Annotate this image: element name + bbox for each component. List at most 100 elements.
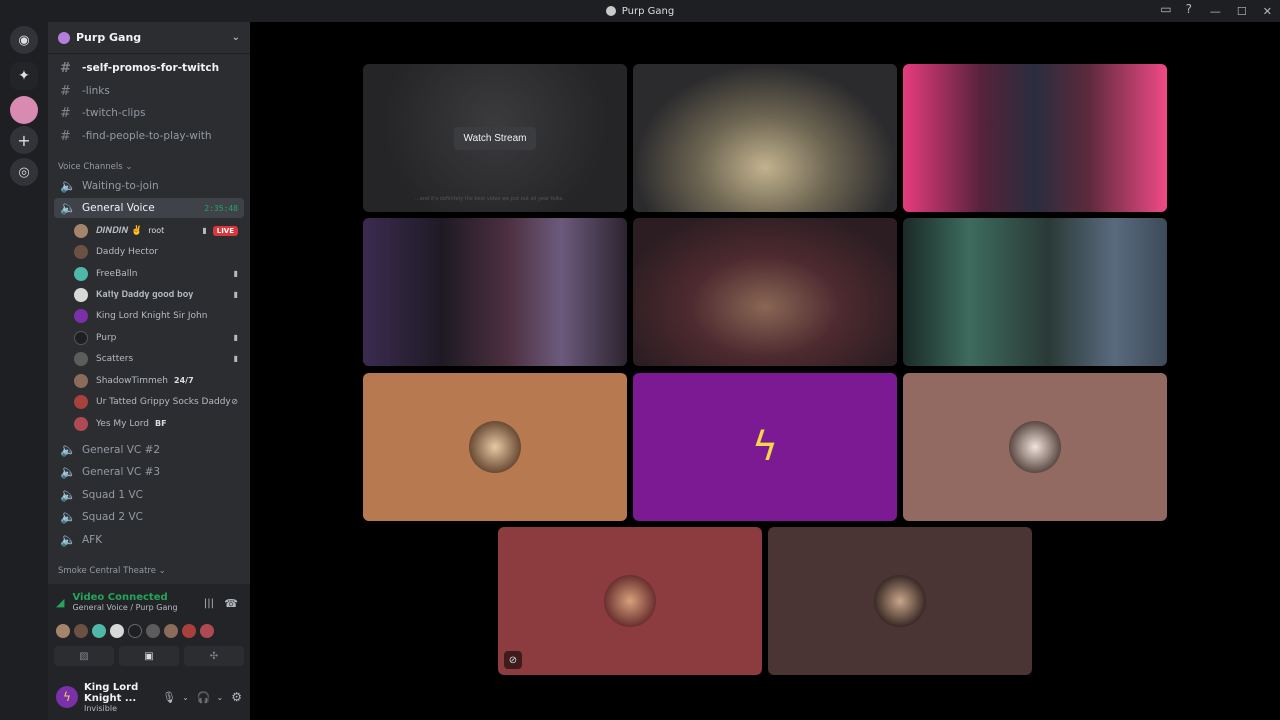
member-tag: root xyxy=(148,226,165,235)
muted-icon: ⊘ xyxy=(504,651,522,669)
video-stage: Watch Stream ...and it's definitely the … xyxy=(250,22,1280,720)
avatar xyxy=(1009,421,1061,473)
avatar[interactable] xyxy=(146,624,160,638)
video-tile-webcam[interactable] xyxy=(633,218,897,366)
purp-gang-server-icon[interactable]: ✦ xyxy=(10,62,38,90)
user-status: Invisible xyxy=(84,703,117,713)
webcam-feed xyxy=(633,64,897,212)
voice-channel-afk[interactable]: 🔈 AFK xyxy=(54,530,244,550)
disconnect-icon[interactable]: ☎ xyxy=(224,597,238,610)
title-bar: Purp Gang ▭ ? — ☐ ✕ xyxy=(0,0,1280,22)
voice-channel-squad-1[interactable]: 🔈 Squad 1 VC xyxy=(54,485,244,505)
avatar-tile[interactable] xyxy=(768,527,1032,675)
avatar[interactable] xyxy=(200,624,214,638)
member-yes-my-lord[interactable]: Yes My Lord BF xyxy=(74,414,244,433)
user-panel: ϟ King Lord Knight ... Invisible 🎙 ⌄ 🎧 ⌄… xyxy=(48,674,250,720)
avatar[interactable] xyxy=(56,624,70,638)
maximize-button[interactable]: ☐ xyxy=(1237,5,1247,18)
voice-status[interactable]: Video Connected xyxy=(72,592,177,603)
member-freeballn[interactable]: FreeBalln ▮ xyxy=(74,264,244,283)
member-daddy-hector[interactable]: Daddy Hector xyxy=(74,242,244,261)
webcam-feed xyxy=(903,218,1167,366)
muted-icon: ⊘ xyxy=(231,397,238,406)
avatar[interactable] xyxy=(110,624,124,638)
avatar[interactable] xyxy=(92,624,106,638)
avatar[interactable] xyxy=(182,624,196,638)
member-dindin[interactable]: 𝑫𝑰𝑵𝑫𝑰𝑵 ✌️ root ▮ LIVE xyxy=(74,221,244,240)
voice-channel-general[interactable]: 🔈 General Voice 2:35:48 xyxy=(54,198,244,218)
user-name[interactable]: King Lord Knight ... xyxy=(84,682,162,704)
close-button[interactable]: ✕ xyxy=(1263,5,1272,18)
speaker-icon: 🔈 xyxy=(60,509,77,525)
avatar-tile[interactable] xyxy=(903,373,1167,521)
member-purp[interactable]: Purp ▮ xyxy=(74,328,244,347)
server-icon-avatar[interactable] xyxy=(10,96,38,124)
member-king-lord-knight[interactable]: King Lord Knight Sir John xyxy=(74,306,244,325)
avatar xyxy=(74,330,88,345)
channel-twitch-clips[interactable]: # -twitch-clips xyxy=(54,103,244,123)
settings-gear-icon[interactable]: ⚙ xyxy=(231,690,242,704)
voice-timer: 2:35:48 xyxy=(204,203,238,213)
video-tile-webcam[interactable] xyxy=(903,218,1167,366)
voice-location[interactable]: General Voice / Purp Gang xyxy=(72,603,177,612)
chevron-down-icon[interactable]: ⌄ xyxy=(217,693,224,702)
avatar xyxy=(74,394,88,409)
screen-share-button[interactable]: ▣ xyxy=(119,646,179,666)
avatar[interactable] xyxy=(74,624,88,638)
minimize-button[interactable]: — xyxy=(1210,5,1221,18)
help-icon[interactable]: ? xyxy=(1186,2,1192,16)
voice-channel-general-2[interactable]: 🔈 General VC #2 xyxy=(54,440,244,460)
hash-icon: # xyxy=(60,60,71,76)
server-rail: ◉ ✦ + ◎ xyxy=(0,22,48,720)
member-shadowtimmeh[interactable]: ShadowTimmeh 24/7 xyxy=(74,371,244,390)
voice-connection-panel: ◢ Video Connected General Voice / Purp G… xyxy=(48,584,250,674)
avatar-tile[interactable] xyxy=(363,373,627,521)
webcam-feed xyxy=(903,64,1167,212)
window-title: Purp Gang xyxy=(605,6,674,17)
channel-find-people[interactable]: # -find-people-to-play-with xyxy=(54,126,244,146)
live-badge: LIVE xyxy=(212,225,238,236)
avatar-tile[interactable]: ϟ xyxy=(633,373,897,521)
voice-channel-squad-2[interactable]: 🔈 Squad 2 VC xyxy=(54,507,244,527)
channel-sidebar: Purp Gang ⌄ # -self-promos-for-twitch # … xyxy=(48,22,250,720)
video-tile-webcam[interactable] xyxy=(903,64,1167,212)
chevron-down-icon[interactable]: ⌄ xyxy=(182,693,189,702)
avatar[interactable] xyxy=(128,624,142,638)
noise-suppression-icon[interactable]: ||| xyxy=(204,598,214,609)
speaker-icon: 🔈 xyxy=(60,442,77,458)
video-tile-webcam[interactable] xyxy=(363,218,627,366)
microphone-icon[interactable]: 🎙 xyxy=(162,691,176,704)
chevron-down-icon[interactable]: ⌄ xyxy=(232,32,240,43)
add-server-icon[interactable]: + xyxy=(10,126,38,154)
avatar-tile[interactable]: ⊘ xyxy=(498,527,762,675)
camera-off-button[interactable]: ▨ xyxy=(54,646,114,666)
stream-preview-tile[interactable]: Watch Stream ...and it's definitely the … xyxy=(363,64,627,212)
member-scatters[interactable]: Scatters ▮ xyxy=(74,349,244,368)
hash-icon: # xyxy=(60,105,71,121)
channel-self-promos[interactable]: # -self-promos-for-twitch xyxy=(54,58,244,78)
voice-category[interactable]: Voice Channels ⌄ xyxy=(58,162,132,172)
theatre-category[interactable]: Smoke Central Theatre ⌄ xyxy=(58,566,166,576)
explore-icon[interactable]: ◎ xyxy=(10,158,38,186)
hash-icon: # xyxy=(60,128,71,144)
inbox-icon[interactable]: ▭ xyxy=(1160,2,1171,16)
hash-icon: # xyxy=(60,83,71,99)
lightning-bolt-icon: ϟ xyxy=(751,424,779,470)
headphones-icon[interactable]: 🎧 xyxy=(197,691,211,704)
channel-links[interactable]: # -links xyxy=(54,81,244,101)
user-avatar[interactable]: ϟ xyxy=(56,686,78,708)
home-icon[interactable]: ◉ xyxy=(10,26,38,54)
activities-button[interactable]: ✣ xyxy=(184,646,244,666)
avatar[interactable] xyxy=(164,624,178,638)
speaker-icon: 🔈 xyxy=(60,532,77,548)
voice-channel-waiting[interactable]: 🔈 Waiting-to-join xyxy=(54,176,244,196)
member-tag: BF xyxy=(154,419,167,428)
member-ur-tatted[interactable]: Ur Tatted Grippy Socks Daddy ⊘ xyxy=(74,392,244,411)
voice-channel-general-3[interactable]: 🔈 General VC #3 xyxy=(54,462,244,482)
server-header[interactable]: Purp Gang ⌄ xyxy=(48,22,250,54)
video-tile-webcam[interactable] xyxy=(633,64,897,212)
speaker-icon: 🔈 xyxy=(60,487,77,503)
watch-stream-button[interactable]: Watch Stream xyxy=(453,126,537,150)
member-katty-daddy[interactable]: 𝐊𝐚𝐭𝐭𝐲 𝐃𝐚𝐝𝐝𝐲 𝐠𝐨𝐨𝐝 𝐛𝐨𝐲 ▮ xyxy=(74,285,244,304)
avatar xyxy=(74,223,88,238)
